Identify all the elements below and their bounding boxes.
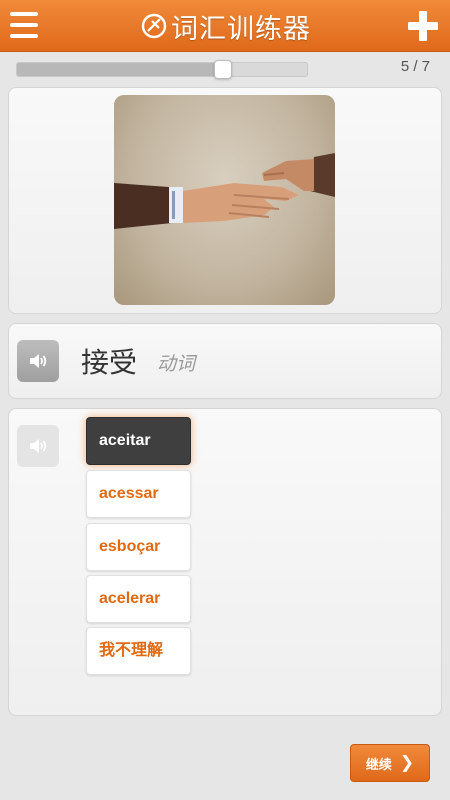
speaker-button[interactable] — [17, 340, 59, 382]
speaker-icon — [30, 439, 47, 453]
speaker-icon — [30, 354, 47, 368]
progress-handle — [213, 60, 232, 79]
continue-button[interactable]: 继续 ❯ — [350, 744, 430, 782]
progress-counter: 5 / 7 — [400, 58, 430, 75]
continue-label: 继续 — [365, 757, 392, 773]
target-word: 接受 — [81, 346, 138, 379]
option-acelerar[interactable]: acelerar — [86, 575, 191, 623]
answer-card: aceitar acessar esboçar acelerar 我不理解 — [8, 408, 442, 716]
app-title: 词汇训练器 — [171, 13, 311, 45]
progress-bar — [16, 60, 308, 79]
progress-fill — [17, 63, 223, 76]
image-card — [8, 87, 442, 314]
menu-icon[interactable] — [10, 12, 38, 38]
handshake-illustration — [114, 153, 335, 229]
option-aceitar[interactable]: aceitar — [86, 417, 191, 465]
app-header: 词汇训练器 — [0, 0, 450, 52]
app-title-wrap: 词汇训练器 — [120, 6, 330, 46]
option-esbocar[interactable]: esboçar — [86, 523, 191, 571]
option-dont-understand[interactable]: 我不理解 — [86, 627, 191, 675]
part-of-speech: 动词 — [157, 353, 196, 375]
plus-icon[interactable] — [408, 11, 438, 41]
option-acessar[interactable]: acessar — [86, 470, 191, 518]
word-card: 接受 动词 — [8, 323, 442, 399]
speaker-button-disabled[interactable] — [17, 425, 59, 467]
handshake-photo — [114, 95, 335, 305]
chevron-right-icon: ❯ — [399, 753, 415, 773]
logo-icon — [141, 13, 167, 39]
